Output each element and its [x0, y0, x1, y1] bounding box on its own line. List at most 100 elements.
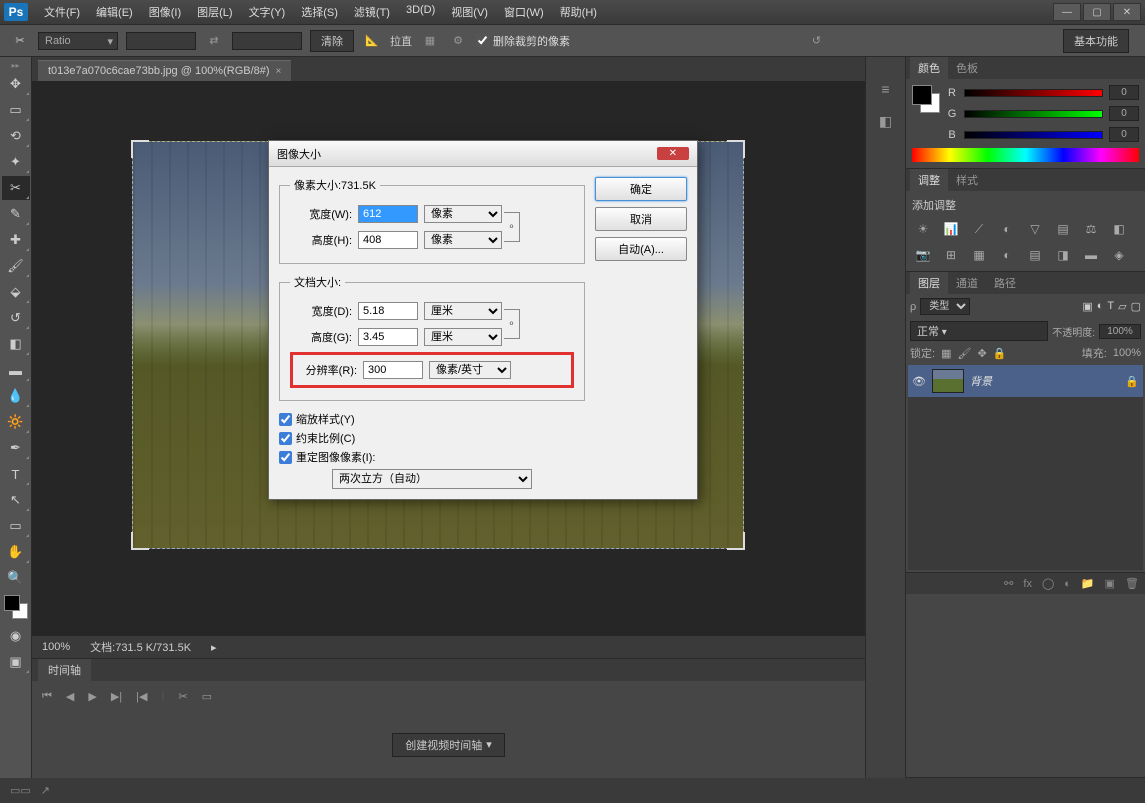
filter-adjust-icon[interactable]: ◐	[1097, 300, 1104, 313]
opacity-value[interactable]: 100%	[1099, 324, 1141, 339]
fill-value[interactable]: 100%	[1113, 347, 1141, 359]
tl-next-icon[interactable]: ▶|	[111, 690, 122, 703]
layer-name[interactable]: 背景	[970, 373, 992, 389]
menu-view[interactable]: 视图(V)	[443, 0, 496, 24]
layer-row[interactable]: 👁 背景 🔒	[908, 365, 1143, 397]
invert-icon[interactable]: ◐	[996, 245, 1018, 265]
marquee-tool[interactable]: ▭	[2, 98, 30, 122]
px-height-unit[interactable]: 像素	[424, 231, 502, 249]
hand-tool[interactable]: ✋	[2, 540, 30, 564]
group-icon[interactable]: 📁	[1081, 577, 1095, 590]
adjustments-tab[interactable]: 调整	[910, 169, 948, 191]
lock-pos-icon[interactable]: ✥	[977, 347, 986, 360]
filter-smart-icon[interactable]: ▢	[1131, 300, 1141, 313]
reset-icon[interactable]: ↺	[807, 31, 827, 51]
gradient-map-icon[interactable]: ▬	[1080, 245, 1102, 265]
history-brush-tool[interactable]: ↺	[2, 306, 30, 330]
trash-icon[interactable]: 🗑	[1125, 577, 1139, 590]
layer-filter-kind[interactable]: 类型	[920, 298, 970, 315]
menu-3d[interactable]: 3D(D)	[398, 0, 443, 24]
maximize-button[interactable]: ▢	[1083, 3, 1111, 21]
create-timeline-button[interactable]: 创建视频时间轴▾	[392, 733, 505, 757]
balance-icon[interactable]: ⚖	[1080, 219, 1102, 239]
px-width-input[interactable]	[358, 205, 418, 223]
tl-transition-icon[interactable]: ▭	[202, 690, 212, 703]
path-tool[interactable]: ↖	[2, 488, 30, 512]
brightness-icon[interactable]: ☀	[912, 219, 934, 239]
filter-shape-icon[interactable]: ▱	[1118, 300, 1126, 313]
screen-mode[interactable]: ▣	[2, 650, 30, 674]
g-slider[interactable]	[964, 110, 1103, 118]
new-layer-icon[interactable]: ▣	[1105, 577, 1115, 590]
shape-tool[interactable]: ▭	[2, 514, 30, 538]
crop-width-input[interactable]	[126, 32, 196, 50]
lock-pixel-icon[interactable]: 🖌	[957, 347, 971, 360]
adjustment-layer-icon[interactable]: ◐	[1064, 578, 1071, 590]
lut-icon[interactable]: ▦	[968, 245, 990, 265]
close-button[interactable]: ✕	[1113, 3, 1141, 21]
toolbox-collapse[interactable]: ▸▸	[0, 61, 31, 71]
menu-edit[interactable]: 编辑(E)	[88, 0, 141, 24]
tl-cut-icon[interactable]: ✂	[178, 690, 187, 703]
pen-tool[interactable]: ✒	[2, 436, 30, 460]
menu-help[interactable]: 帮助(H)	[552, 0, 605, 24]
resample-method-dropdown[interactable]: 两次立方（自动）	[332, 469, 532, 489]
clear-button[interactable]: 清除	[310, 30, 354, 52]
workspace-button[interactable]: 基本功能	[1063, 29, 1129, 53]
layer-thumbnail[interactable]	[932, 369, 964, 393]
paths-tab[interactable]: 路径	[986, 272, 1024, 294]
scale-styles-checkbox[interactable]: 缩放样式(Y)	[279, 411, 585, 427]
status-arrow[interactable]: ▸	[211, 641, 217, 654]
tl-play-icon[interactable]: ▶	[88, 690, 96, 703]
link-layers-icon[interactable]: ⚯	[1004, 577, 1013, 590]
b-value[interactable]: 0	[1109, 127, 1139, 142]
tl-prev-icon[interactable]: ◀	[66, 690, 74, 703]
swap-icon[interactable]: ⇄	[204, 31, 224, 51]
constrain-checkbox[interactable]: 约束比例(C)	[279, 430, 585, 446]
resample-checkbox[interactable]: 重定图像像素(I):	[279, 449, 585, 465]
menu-filter[interactable]: 滤镜(T)	[346, 0, 398, 24]
tab-close-icon[interactable]: ×	[276, 66, 282, 77]
mixer-icon[interactable]: ⊞	[940, 245, 962, 265]
lock-all-icon[interactable]: 🔒	[993, 347, 1007, 360]
eyedropper-tool[interactable]: ✎	[2, 202, 30, 226]
move-tool[interactable]: ✥	[2, 72, 30, 96]
curves-icon[interactable]: ⟋	[968, 219, 990, 239]
px-height-input[interactable]	[358, 231, 418, 249]
crop-handle-tr[interactable]	[727, 140, 745, 158]
spectrum[interactable]	[912, 148, 1139, 162]
exposure-icon[interactable]: ◐	[996, 219, 1018, 239]
b-slider[interactable]	[964, 131, 1103, 139]
healing-tool[interactable]: ✚	[2, 228, 30, 252]
resolution-input[interactable]	[363, 361, 423, 379]
vibrance-icon[interactable]: ▽	[1024, 219, 1046, 239]
timeline-tab[interactable]: 时间轴	[38, 659, 91, 681]
crop-handle-tl[interactable]	[131, 140, 149, 158]
crop-height-input[interactable]	[232, 32, 302, 50]
tl-first-icon[interactable]: ⏮	[42, 690, 52, 703]
bottom-arrow[interactable]: ↗	[41, 784, 50, 797]
hsl-icon[interactable]: ▤	[1052, 219, 1074, 239]
r-slider[interactable]	[964, 89, 1103, 97]
lasso-tool[interactable]: ⟲	[2, 124, 30, 148]
doc-width-input[interactable]	[358, 302, 418, 320]
doc-link-icon[interactable]: ⚬	[504, 309, 520, 339]
type-tool[interactable]: T	[2, 462, 30, 486]
dodge-tool[interactable]: 🔆	[2, 410, 30, 434]
photo-filter-icon[interactable]: 📷	[912, 245, 934, 265]
zoom-level[interactable]: 100%	[42, 641, 70, 653]
menu-type[interactable]: 文字(Y)	[241, 0, 294, 24]
straighten-icon[interactable]: 📐	[362, 31, 382, 51]
delete-cropped-checkbox[interactable]: 删除裁剪的像素	[476, 33, 570, 49]
eraser-tool[interactable]: ◧	[2, 332, 30, 356]
filter-type-icon[interactable]: T	[1107, 300, 1114, 313]
threshold-icon[interactable]: ◨	[1052, 245, 1074, 265]
px-width-unit[interactable]: 像素	[424, 205, 502, 223]
doc-height-input[interactable]	[358, 328, 418, 346]
quick-mask[interactable]: ◉	[2, 624, 30, 648]
wand-tool[interactable]: ✦	[2, 150, 30, 174]
fx-icon[interactable]: fx	[1023, 578, 1032, 590]
doc-width-unit[interactable]: 厘米	[424, 302, 502, 320]
document-tab[interactable]: t013e7a070c6cae73bb.jpg @ 100%(RGB/8#)×	[38, 60, 291, 81]
brush-tool[interactable]: 🖌	[2, 254, 30, 278]
